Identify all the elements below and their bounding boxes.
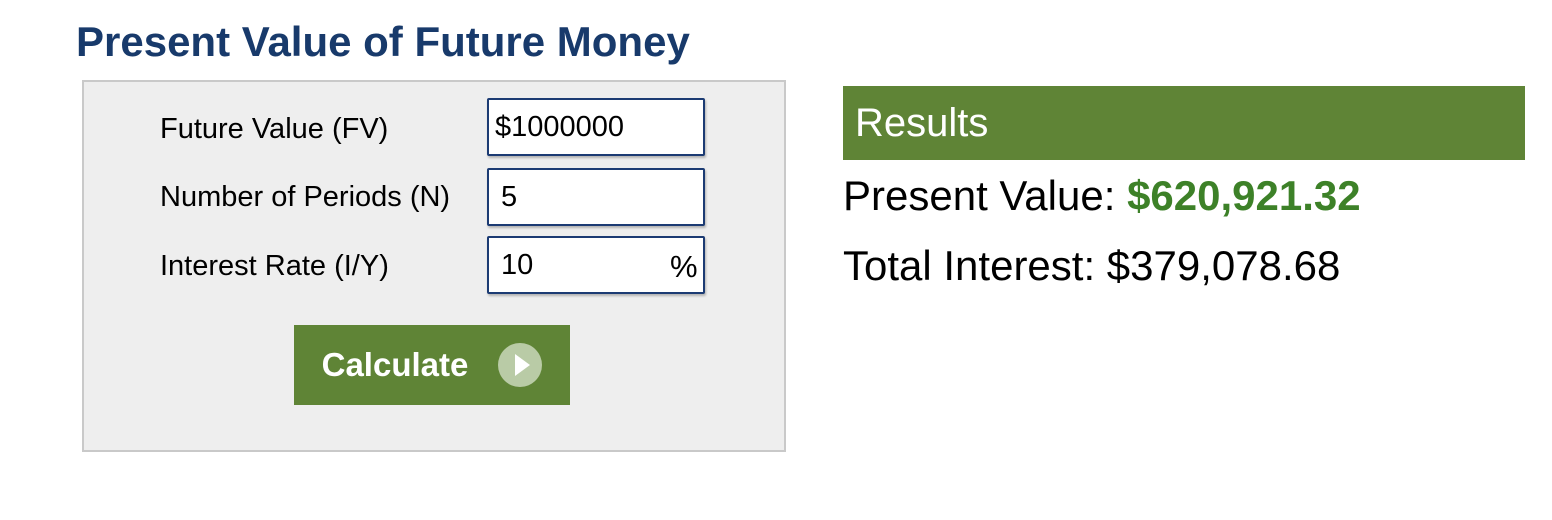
page-title: Present Value of Future Money [76,18,690,65]
total-interest-result: Total Interest: $379,078.68 [843,242,1340,290]
calculate-button-label: Calculate [321,346,469,383]
calculator-panel: Future Value (FV) Number of Periods (N) … [82,80,786,452]
interest-rate-label: Interest Rate (I/Y) [160,250,389,282]
total-interest-label: Total Interest: [843,242,1096,289]
calculate-button[interactable]: Calculate [294,325,570,405]
arrow-right-circle-icon [498,343,543,387]
periods-input[interactable] [487,168,705,226]
future-value-input[interactable] [487,98,705,156]
periods-label: Number of Periods (N) [160,181,451,213]
results-header: Results [843,86,1525,160]
present-value-result: Present Value: $620,921.32 [843,172,1361,220]
present-value-amount: $620,921.32 [1127,172,1361,219]
present-value-label: Present Value: [843,172,1116,219]
future-value-label: Future Value (FV) [160,113,389,145]
total-interest-amount: $379,078.68 [1106,242,1341,289]
results-title: Results [855,100,989,145]
percent-sign: % [670,249,698,284]
